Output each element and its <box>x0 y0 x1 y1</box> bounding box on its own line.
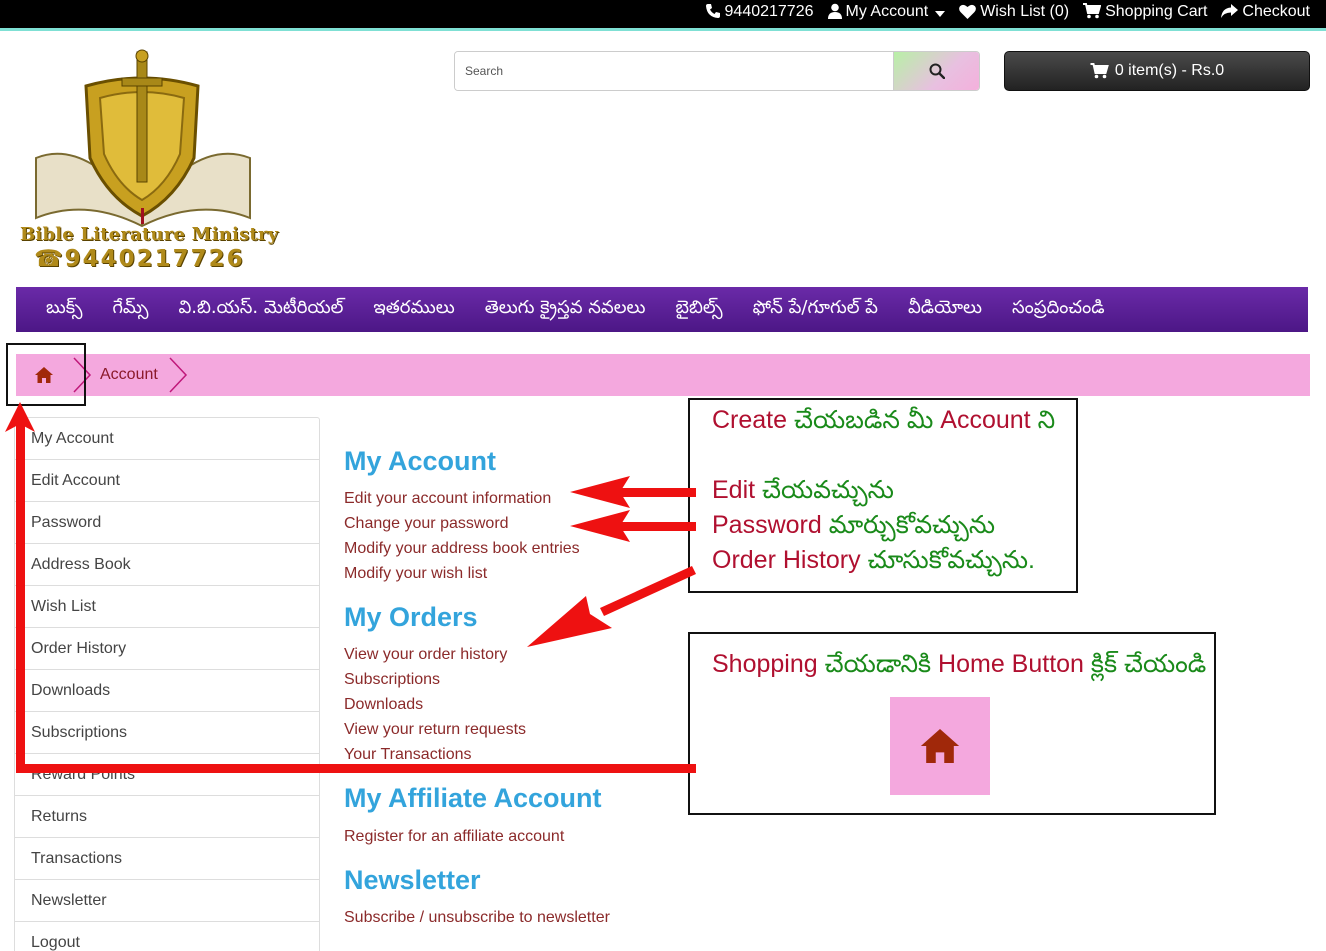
menu-item-others[interactable]: ఇతరములు <box>373 297 454 322</box>
annotation-note-account: Create చేయబడిన మీ Account ని Edit చేయవచ్… <box>688 398 1078 593</box>
menu-item-phonepe[interactable]: ఫోన్ పే/గూగుల్ పే <box>753 297 878 322</box>
section-title-my-orders: My Orders <box>344 602 478 632</box>
sidebar-item-logout[interactable]: Logout <box>15 922 319 951</box>
link-transactions[interactable]: Your Transactions <box>344 746 471 764</box>
my-account-label: My Account <box>845 3 929 20</box>
menu-item-bibles[interactable]: బైబిల్స్ <box>675 297 722 322</box>
share-arrow-icon <box>1221 3 1239 21</box>
sidebar-item-subscriptions[interactable]: Subscriptions <box>15 712 319 754</box>
arrow-order-history <box>527 566 696 647</box>
search-button[interactable] <box>893 52 979 90</box>
arrow-edit-account <box>570 476 696 508</box>
home-icon <box>920 729 960 763</box>
site-logo[interactable]: Bible Literature Ministry ☎9440217726 <box>16 48 278 274</box>
phone-icon <box>705 3 721 21</box>
top-bar-accent-line <box>0 28 1326 31</box>
sidebar-item-edit-account[interactable]: Edit Account <box>15 460 319 502</box>
link-change-password[interactable]: Change your password <box>344 515 509 533</box>
breadcrumb: Account <box>16 354 1310 396</box>
sidebar-item-order-history[interactable]: Order History <box>15 628 319 670</box>
note-line-4: Order History చూసుకోవచ్చును. <box>712 546 1036 574</box>
note-home-line: Shopping చేయడానికి Home Button క్లిక్ చే… <box>712 650 1207 678</box>
sidebar-item-reward-points[interactable]: Reward Points <box>15 754 319 796</box>
section-title-affiliate: My Affiliate Account <box>344 783 602 813</box>
sidebar-item-wish-list[interactable]: Wish List <box>15 586 319 628</box>
sidebar-item-my-account[interactable]: My Account <box>15 418 319 460</box>
sidebar-item-returns[interactable]: Returns <box>15 796 319 838</box>
heart-icon <box>959 4 977 21</box>
menu-item-games[interactable]: గేమ్స్ <box>112 297 148 322</box>
link-address-book[interactable]: Modify your address book entries <box>344 540 580 558</box>
my-account-dropdown[interactable]: My Account <box>827 3 946 21</box>
shopping-cart-link[interactable]: Shopping Cart <box>1083 3 1207 21</box>
link-subscriptions[interactable]: Subscriptions <box>344 671 440 689</box>
phone-number: 9440217726 <box>724 3 814 20</box>
search-input[interactable] <box>455 52 893 90</box>
sidebar-item-transactions[interactable]: Transactions <box>15 838 319 880</box>
link-newsletter-subscribe[interactable]: Subscribe / unsubscribe to newsletter <box>344 909 610 927</box>
link-register-affiliate[interactable]: Register for an affiliate account <box>344 828 564 846</box>
link-return-requests[interactable]: View your return requests <box>344 721 526 739</box>
note-line-3: Password మార్చుకోవచ్చును <box>712 511 996 539</box>
cart-icon <box>1083 3 1102 21</box>
sidebar-item-newsletter[interactable]: Newsletter <box>15 880 319 922</box>
link-downloads[interactable]: Downloads <box>344 696 423 714</box>
sidebar-item-password[interactable]: Password <box>15 502 319 544</box>
link-order-history[interactable]: View your order history <box>344 646 507 664</box>
main-menu: బుక్స్ గేమ్స్ వి.బి.యస్. మెటీరియల్ ఇతరము… <box>16 287 1308 332</box>
checkout-label: Checkout <box>1242 3 1310 20</box>
link-edit-account-info[interactable]: Edit your account information <box>344 490 551 508</box>
caret-down-icon <box>935 10 946 17</box>
sidebar-item-downloads[interactable]: Downloads <box>15 670 319 712</box>
cart-total: 0 item(s) - Rs.0 <box>1114 62 1225 79</box>
link-wish-list[interactable]: Modify your wish list <box>344 565 487 583</box>
home-button-sample <box>890 697 990 795</box>
checkout-link[interactable]: Checkout <box>1221 3 1310 21</box>
section-title-my-account: My Account <box>344 446 497 476</box>
breadcrumb-account[interactable]: Account <box>94 366 168 384</box>
arrow-change-password <box>570 510 696 542</box>
cart-button[interactable]: 0 item(s) - Rs.0 <box>1004 51 1310 91</box>
breadcrumb-separator <box>168 354 190 396</box>
annotation-highlight-box <box>6 343 86 406</box>
logo-phone: ☎9440217726 <box>34 246 245 272</box>
logo-title: Bible Literature Ministry <box>20 224 279 245</box>
annotation-note-home: Shopping చేయడానికి Home Button క్లిక్ చే… <box>688 632 1216 815</box>
cart-icon <box>1090 63 1109 79</box>
logo-emblem-icon <box>35 49 251 228</box>
menu-item-videos[interactable]: వీడియోలు <box>908 297 982 322</box>
phone-link[interactable]: 9440217726 <box>705 3 814 21</box>
wish-list-label: Wish List (0) <box>980 3 1070 20</box>
note-line-1: Create చేయబడిన మీ Account ని <box>712 406 1056 434</box>
menu-item-books[interactable]: బుక్స్ <box>46 297 82 322</box>
section-title-newsletter: Newsletter <box>344 865 481 895</box>
menu-item-vbs-material[interactable]: వి.బి.యస్. మెటీరియల్ <box>179 297 344 322</box>
menu-item-novels[interactable]: తెలుగు క్రైస్తవ నవలలు <box>485 297 646 322</box>
note-line-2: Edit చేయవచ్చును <box>712 476 894 504</box>
top-bar: 9440217726 My Account Wish List (0) Shop… <box>0 0 1326 28</box>
account-sidebar: My Account Edit Account Password Address… <box>14 417 320 951</box>
user-icon <box>827 3 842 21</box>
wish-list-link[interactable]: Wish List (0) <box>959 3 1069 21</box>
sidebar-item-address-book[interactable]: Address Book <box>15 544 319 586</box>
menu-item-contact[interactable]: సంప్రదించండి <box>1012 297 1105 322</box>
search-icon <box>929 63 945 79</box>
shopping-cart-label: Shopping Cart <box>1105 3 1208 20</box>
search-bar <box>454 51 980 91</box>
